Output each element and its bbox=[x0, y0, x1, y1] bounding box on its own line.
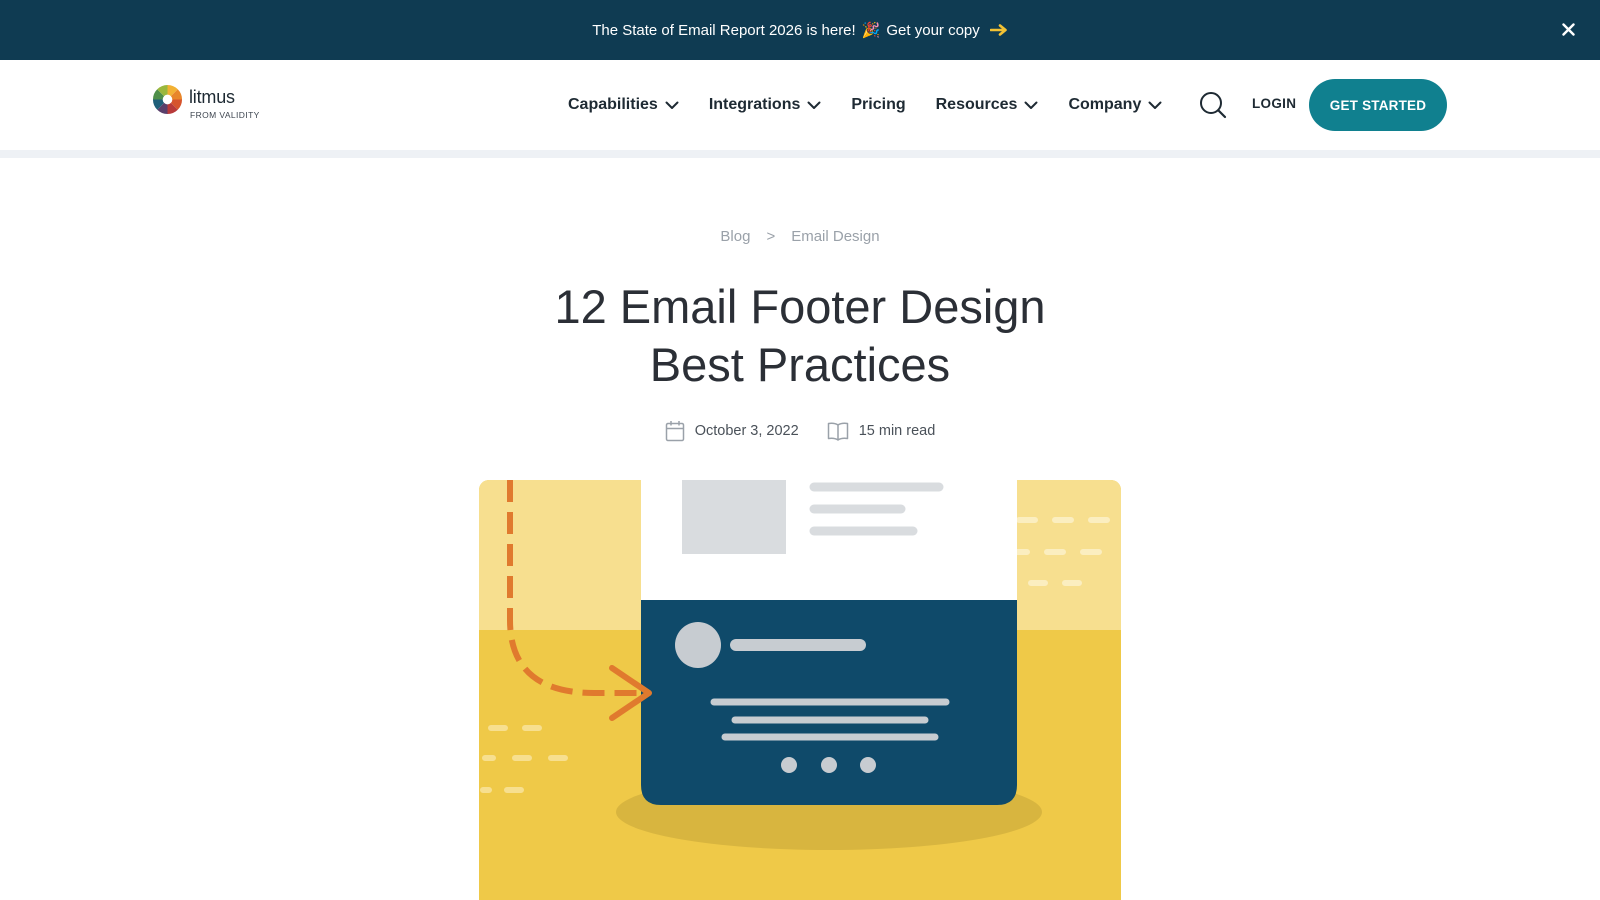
nav-label: Capabilities bbox=[568, 96, 658, 113]
nav-item-pricing[interactable]: Pricing bbox=[851, 96, 905, 114]
get-started-button[interactable]: GET STARTED bbox=[1309, 79, 1447, 131]
nav-label: Integrations bbox=[708, 96, 801, 113]
chevron-down-icon bbox=[1148, 101, 1162, 109]
chevron-down-icon bbox=[665, 101, 679, 109]
breadcrumb-blog[interactable]: Blog bbox=[720, 228, 750, 245]
breadcrumb-separator: > bbox=[766, 228, 776, 245]
announcement-bar: The State of Email Report 2026 is here! … bbox=[0, 0, 1600, 60]
article-meta: October 3, 2022 15 min read bbox=[0, 420, 1600, 442]
nav-item-integrations[interactable]: Integrations bbox=[709, 96, 822, 114]
site-header: litmus FROM VALIDITY Capabilities Integr… bbox=[0, 60, 1600, 150]
right-arrow-icon bbox=[989, 20, 1008, 41]
breadcrumb-email-design[interactable]: Email Design bbox=[791, 228, 879, 245]
chevron-down-icon bbox=[1024, 101, 1038, 109]
logo-wordmark: litmus bbox=[189, 87, 235, 107]
nav-item-resources[interactable]: Resources bbox=[936, 96, 1039, 114]
title-line-2: Best Practices bbox=[649, 338, 951, 391]
nav-item-capabilities[interactable]: Capabilities bbox=[568, 96, 679, 114]
announcement-link-label: Get your copy bbox=[886, 21, 980, 39]
main-nav: Capabilities Integrations Pricing Resour… bbox=[568, 60, 1192, 150]
read-time: 15 min read bbox=[827, 421, 936, 441]
close-icon[interactable] bbox=[1558, 19, 1578, 39]
page-title: 12 Email Footer Design Best Practices bbox=[0, 278, 1600, 394]
nav-label: Company bbox=[1068, 96, 1142, 113]
header-divider bbox=[0, 150, 1600, 158]
logo-subtitle: FROM VALIDITY bbox=[190, 110, 260, 120]
logo-mark-icon bbox=[152, 84, 183, 115]
nav-item-company[interactable]: Company bbox=[1068, 96, 1162, 114]
nav-label: Resources bbox=[935, 96, 1018, 113]
date-text: October 3, 2022 bbox=[694, 423, 799, 439]
chevron-down-icon bbox=[807, 101, 821, 109]
publish-date: October 3, 2022 bbox=[665, 420, 799, 442]
breadcrumb: Blog > Email Design bbox=[0, 228, 1600, 245]
book-icon bbox=[827, 422, 848, 441]
calendar-icon bbox=[665, 421, 684, 442]
litmus-logo[interactable]: litmus FROM VALIDITY bbox=[152, 84, 260, 120]
party-popper-icon: 🎉 bbox=[861, 22, 881, 39]
title-line-1: 12 Email Footer Design bbox=[554, 280, 1046, 333]
search-icon[interactable] bbox=[1198, 90, 1228, 120]
read-time-text: 15 min read bbox=[858, 423, 936, 439]
announcement-link[interactable]: The State of Email Report 2026 is here! … bbox=[592, 20, 1008, 41]
hero-illustration bbox=[479, 480, 1121, 900]
nav-label: Pricing bbox=[851, 96, 906, 113]
login-link[interactable]: LOGIN bbox=[1252, 96, 1296, 111]
announcement-text: The State of Email Report 2026 is here! bbox=[592, 21, 856, 39]
